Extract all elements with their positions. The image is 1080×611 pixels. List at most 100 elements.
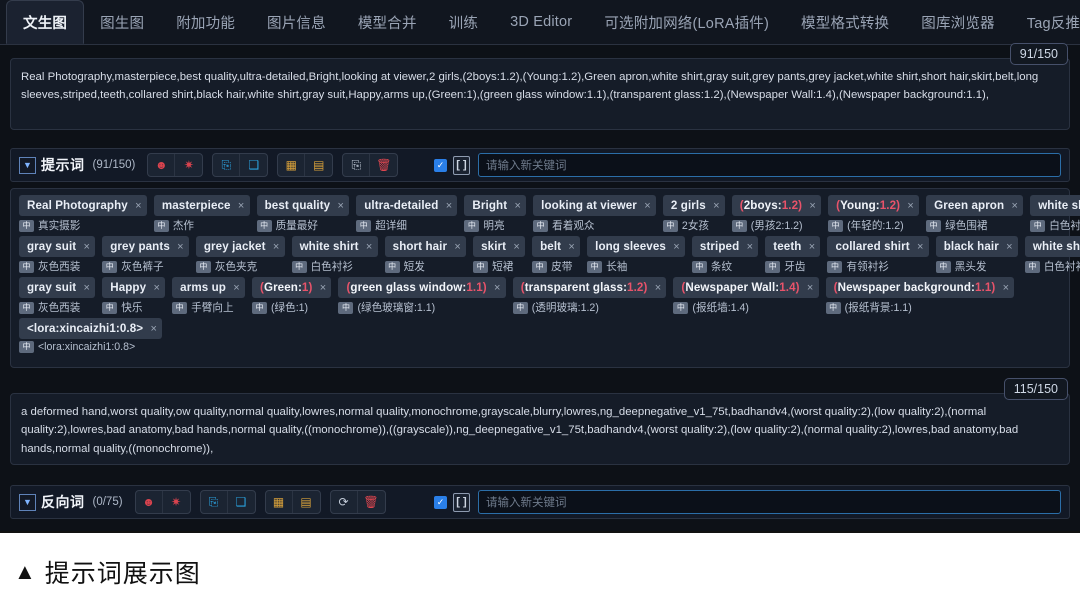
tag-remove-icon[interactable]: ×: [708, 195, 725, 216]
tag-remove-icon[interactable]: ×: [78, 236, 95, 257]
tag-remove-icon[interactable]: ×: [145, 318, 162, 339]
tag-remove-icon[interactable]: ×: [314, 277, 331, 298]
tag-remove-icon[interactable]: ×: [233, 195, 250, 216]
tab-5[interactable]: 训练: [433, 0, 494, 44]
tag-chip[interactable]: Bright ×: [464, 195, 527, 216]
tag-remove-icon[interactable]: ×: [440, 195, 457, 216]
tag-chip[interactable]: (Green:1) ×: [251, 277, 332, 298]
tag-chip[interactable]: Real Photography ×: [19, 195, 147, 216]
positive-bracket-button[interactable]: [ ]: [453, 155, 470, 175]
tag-chip[interactable]: looking at viewer ×: [533, 195, 656, 216]
tag-chip[interactable]: best quality ×: [256, 195, 350, 216]
grid-orange-icon[interactable]: ▦: [278, 154, 306, 176]
tag-remove-icon[interactable]: ×: [509, 195, 526, 216]
tag-remove-icon[interactable]: ×: [1006, 195, 1023, 216]
tag-remove-icon[interactable]: ×: [78, 277, 95, 298]
tab-9[interactable]: 图库浏览器: [905, 0, 1011, 44]
tag-remove-icon[interactable]: ×: [172, 236, 189, 257]
tag-chip[interactable]: striped ×: [691, 236, 759, 257]
bookmark-blue-icon[interactable]: ❑: [240, 154, 267, 176]
tab-7[interactable]: 可选附加网络(LoRA插件): [588, 0, 785, 44]
copy-icon[interactable]: ⎘: [343, 154, 371, 176]
tag-chip[interactable]: grey pants ×: [102, 236, 189, 257]
tag-remove-icon[interactable]: ×: [489, 277, 506, 298]
tag-chip[interactable]: long sleeves ×: [587, 236, 685, 257]
tab-3[interactable]: 图片信息: [251, 0, 342, 44]
tag-remove-icon[interactable]: ×: [228, 277, 245, 298]
tag-chip[interactable]: gray suit ×: [19, 236, 96, 257]
tag-chip[interactable]: black hair ×: [935, 236, 1018, 257]
tab-4[interactable]: 模型合并: [342, 0, 433, 44]
tag-remove-icon[interactable]: ×: [802, 277, 819, 298]
tag-chip[interactable]: 2 girls ×: [662, 195, 725, 216]
tag-chip[interactable]: ultra-detailed ×: [356, 195, 458, 216]
tag-remove-icon[interactable]: ×: [741, 236, 758, 257]
negative-prompt-textarea[interactable]: a deformed hand,worst quality,ow quality…: [10, 393, 1070, 465]
tag-remove-icon[interactable]: ×: [563, 236, 580, 257]
tag-chip[interactable]: white shirt×: [1030, 195, 1080, 216]
tag-remove-icon[interactable]: ×: [332, 195, 349, 216]
tag-chip[interactable]: masterpiece ×: [153, 195, 250, 216]
tag-remove-icon[interactable]: ×: [639, 195, 656, 216]
grid-orange-icon[interactable]: ▦: [266, 491, 293, 513]
positive-enable-checkbox[interactable]: ✓: [434, 158, 447, 172]
tag-chip[interactable]: Happy ×: [102, 277, 166, 298]
export-orange-icon[interactable]: ▤: [305, 154, 332, 176]
tag-chip[interactable]: Green apron ×: [926, 195, 1024, 216]
tag-remove-icon[interactable]: ×: [997, 277, 1014, 298]
tag-remove-icon[interactable]: ×: [268, 236, 285, 257]
tag-remove-icon[interactable]: ×: [803, 236, 820, 257]
positive-collapse-caret-icon[interactable]: ▼: [19, 156, 36, 174]
positive-keyword-input[interactable]: 请输入新关键词: [478, 153, 1061, 177]
tag-remove-icon[interactable]: ×: [902, 195, 919, 216]
tag-remove-icon[interactable]: ×: [148, 277, 165, 298]
negative-collapse-caret-icon[interactable]: ▼: [19, 493, 36, 511]
tag-chip[interactable]: (transparent glass:1.2) ×: [512, 277, 667, 298]
tag-remove-icon[interactable]: ×: [130, 195, 147, 216]
tag-chip[interactable]: collared shirt ×: [827, 236, 929, 257]
tab-1[interactable]: 图生图: [84, 0, 160, 44]
tag-remove-icon[interactable]: ×: [449, 236, 466, 257]
delete-red-icon[interactable]: 🗑: [370, 154, 397, 176]
tag-remove-icon[interactable]: ×: [668, 236, 685, 257]
bookmark-blue-icon[interactable]: ❑: [228, 491, 255, 513]
translate-blue-icon[interactable]: ⎘: [213, 154, 241, 176]
tag-remove-icon[interactable]: ×: [508, 236, 525, 257]
tag-chip[interactable]: gray suit ×: [19, 277, 96, 298]
tab-6[interactable]: 3D Editor: [494, 0, 588, 44]
tag-remove-icon[interactable]: ×: [804, 195, 821, 216]
translate-blue-icon[interactable]: ⎘: [201, 491, 228, 513]
tag-chip[interactable]: skirt ×: [473, 236, 526, 257]
tag-chip[interactable]: (Young:1.2) ×: [828, 195, 920, 216]
tag-remove-icon[interactable]: ×: [1001, 236, 1018, 257]
tag-chip[interactable]: white shirt×: [291, 236, 378, 257]
tag-chip[interactable]: (Newspaper background:1.1) ×: [825, 277, 1015, 298]
tag-chip[interactable]: belt ×: [532, 236, 581, 257]
tab-8[interactable]: 模型格式转换: [785, 0, 905, 44]
negative-enable-checkbox[interactable]: ✓: [434, 495, 447, 509]
positive-prompt-textarea[interactable]: Real Photography,masterpiece,best qualit…: [10, 58, 1070, 130]
tag-chip[interactable]: grey jacket ×: [195, 236, 285, 257]
tag-chip[interactable]: arms up ×: [172, 277, 245, 298]
refresh-icon[interactable]: ⟳: [331, 491, 358, 513]
tag-chip[interactable]: (2boys:1.2) ×: [731, 195, 822, 216]
tag-chip[interactable]: white shirt×: [1024, 236, 1080, 257]
tab-2[interactable]: 附加功能: [160, 0, 251, 44]
settings-red-icon[interactable]: ✷: [163, 491, 190, 513]
tag-remove-icon[interactable]: ×: [912, 236, 929, 257]
tag-chip[interactable]: (green glass window:1.1) ×: [338, 277, 506, 298]
negative-keyword-input[interactable]: 请输入新关键词: [478, 490, 1061, 514]
tag-chip[interactable]: <lora:xincaizhi1:0.8> ×: [19, 318, 163, 339]
tag-chip[interactable]: short hair ×: [384, 236, 467, 257]
tag-chip[interactable]: (Newspaper Wall:1.4) ×: [673, 277, 819, 298]
emoji-red-icon[interactable]: ☻: [148, 154, 176, 176]
negative-bracket-button[interactable]: [ ]: [453, 492, 470, 512]
settings-red-icon[interactable]: ✷: [175, 154, 202, 176]
tag-remove-icon[interactable]: ×: [649, 277, 666, 298]
tab-0[interactable]: 文生图: [6, 0, 85, 44]
delete-red-icon[interactable]: 🗑: [358, 491, 385, 513]
tab-10[interactable]: Tag反推(Tagger): [1011, 0, 1080, 44]
tag-chip[interactable]: teeth ×: [765, 236, 821, 257]
export-orange-icon[interactable]: ▤: [293, 491, 320, 513]
tag-remove-icon[interactable]: ×: [361, 236, 378, 257]
